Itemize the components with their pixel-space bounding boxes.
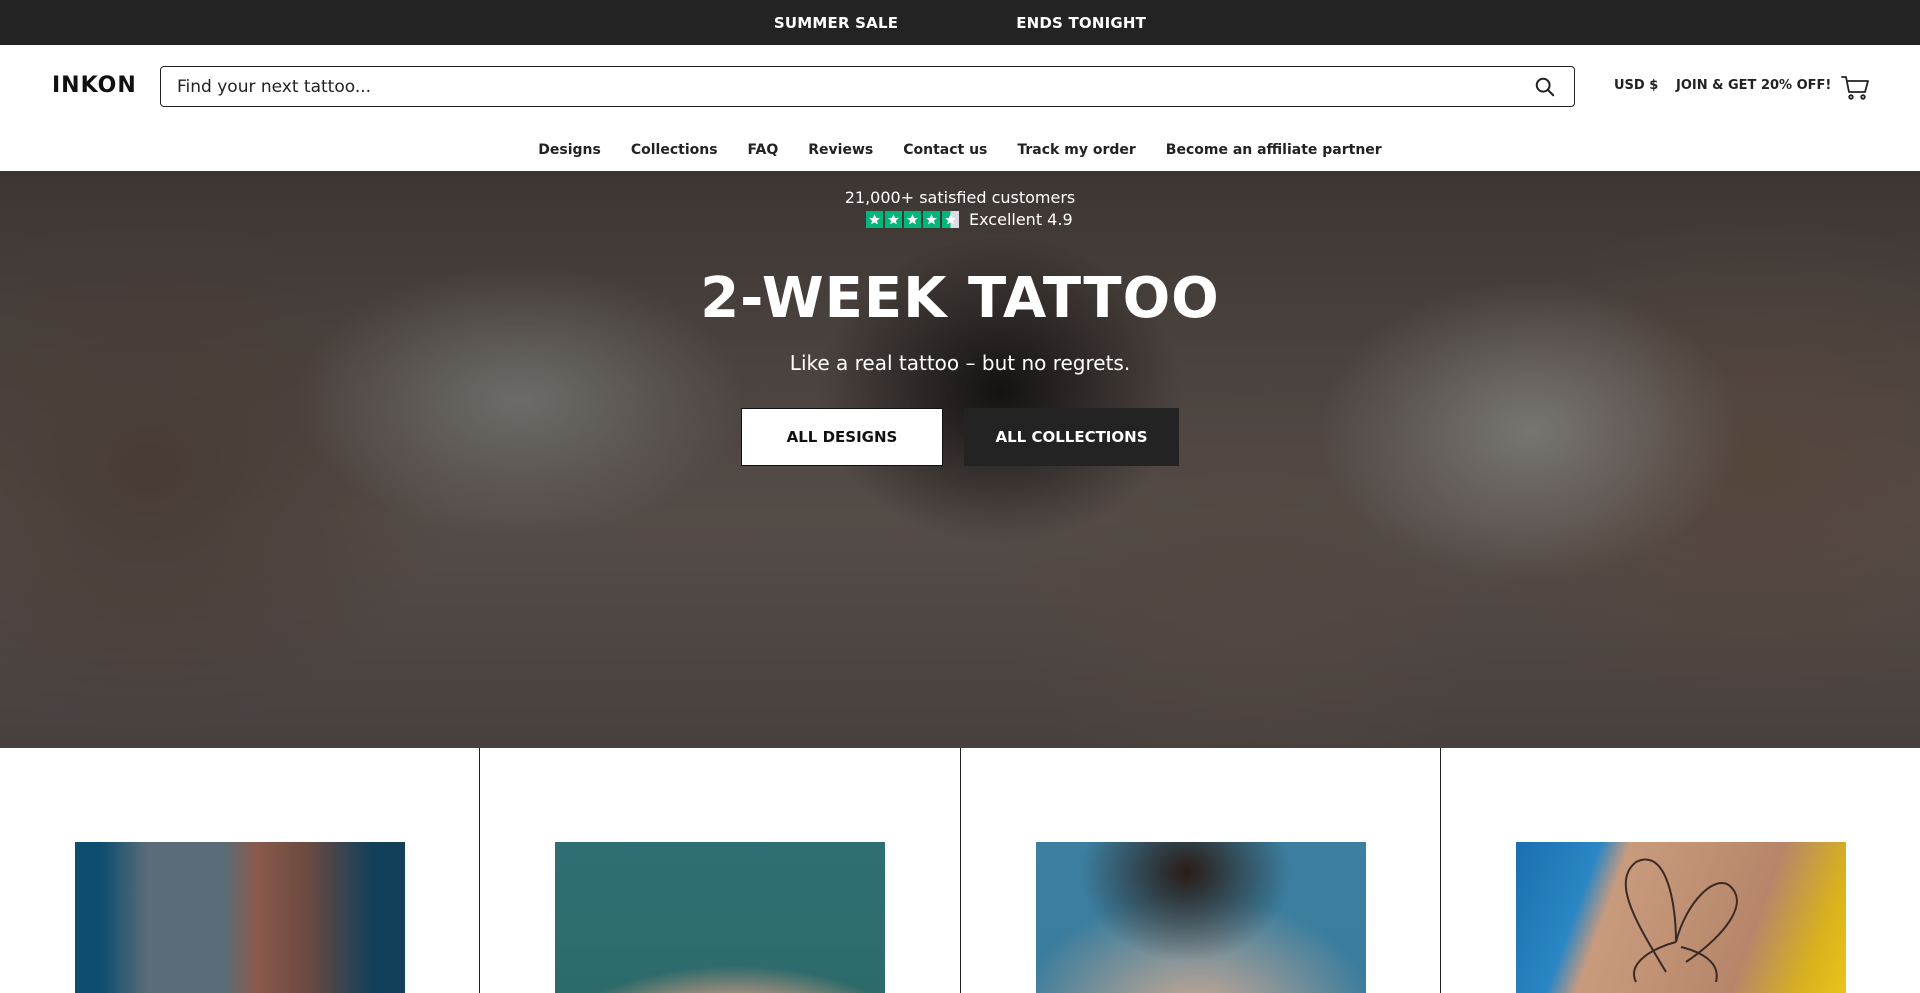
nav-reviews[interactable]: Reviews	[808, 142, 873, 158]
nav-collections[interactable]: Collections	[631, 142, 718, 158]
announcement-sale: SUMMER SALE	[773, 13, 899, 32]
hero-subtitle: Like a real tattoo – but no regrets.	[789, 351, 1131, 375]
announcement-ends: ENDS TONIGHT	[1016, 13, 1147, 32]
nav-designs[interactable]: Designs	[538, 142, 601, 158]
nav-contact[interactable]: Contact us	[903, 142, 987, 158]
product-card[interactable]	[480, 748, 961, 993]
nav-affiliate[interactable]: Become an affiliate partner	[1166, 142, 1382, 158]
butterfly-tattoo-icon	[1624, 858, 1738, 983]
main-nav: Designs Collections FAQ Reviews Contact …	[0, 128, 1920, 171]
rating-text: Excellent 4.9	[969, 210, 1073, 229]
nav-faq[interactable]: FAQ	[748, 142, 779, 158]
search-icon[interactable]	[1532, 74, 1558, 100]
customer-count: 21,000+ satisfied customers	[844, 188, 1076, 207]
product-image[interactable]	[555, 842, 886, 993]
site-header: INKON USD $ JOIN & GET 20% OFF!	[0, 45, 1920, 128]
all-collections-button[interactable]: ALL COLLECTIONS	[964, 408, 1179, 466]
hero-banner: 21,000+ satisfied customers Excellent 4.…	[0, 171, 1920, 748]
hero-image-overlay	[0, 171, 1920, 748]
trustpilot-rating[interactable]: Excellent 4.9	[866, 210, 1073, 229]
star-icon	[885, 211, 902, 228]
cart-icon[interactable]	[1840, 73, 1870, 101]
star-half-icon	[942, 211, 959, 228]
rating-stars	[866, 211, 959, 228]
announcement-bar: SUMMER SALE ENDS TONIGHT	[0, 0, 1920, 45]
join-link[interactable]: JOIN & GET 20% OFF!	[1676, 78, 1831, 93]
product-grid	[0, 748, 1920, 993]
currency-selector[interactable]: USD $	[1614, 78, 1658, 93]
star-icon	[904, 211, 921, 228]
hero-title: 2-WEEK TATTOO	[700, 266, 1220, 331]
site-logo[interactable]: INKON	[52, 73, 137, 98]
product-image[interactable]	[1515, 842, 1846, 993]
nav-track-order[interactable]: Track my order	[1017, 142, 1135, 158]
search-input[interactable]	[177, 76, 1532, 97]
all-designs-button[interactable]: ALL DESIGNS	[741, 408, 943, 466]
product-card[interactable]	[0, 748, 481, 993]
star-icon	[866, 211, 883, 228]
product-image[interactable]	[75, 842, 405, 993]
search-bar[interactable]	[160, 66, 1575, 107]
product-card[interactable]	[961, 748, 1441, 993]
product-image[interactable]	[1035, 842, 1366, 993]
star-icon	[923, 211, 940, 228]
product-card[interactable]	[1441, 748, 1920, 993]
